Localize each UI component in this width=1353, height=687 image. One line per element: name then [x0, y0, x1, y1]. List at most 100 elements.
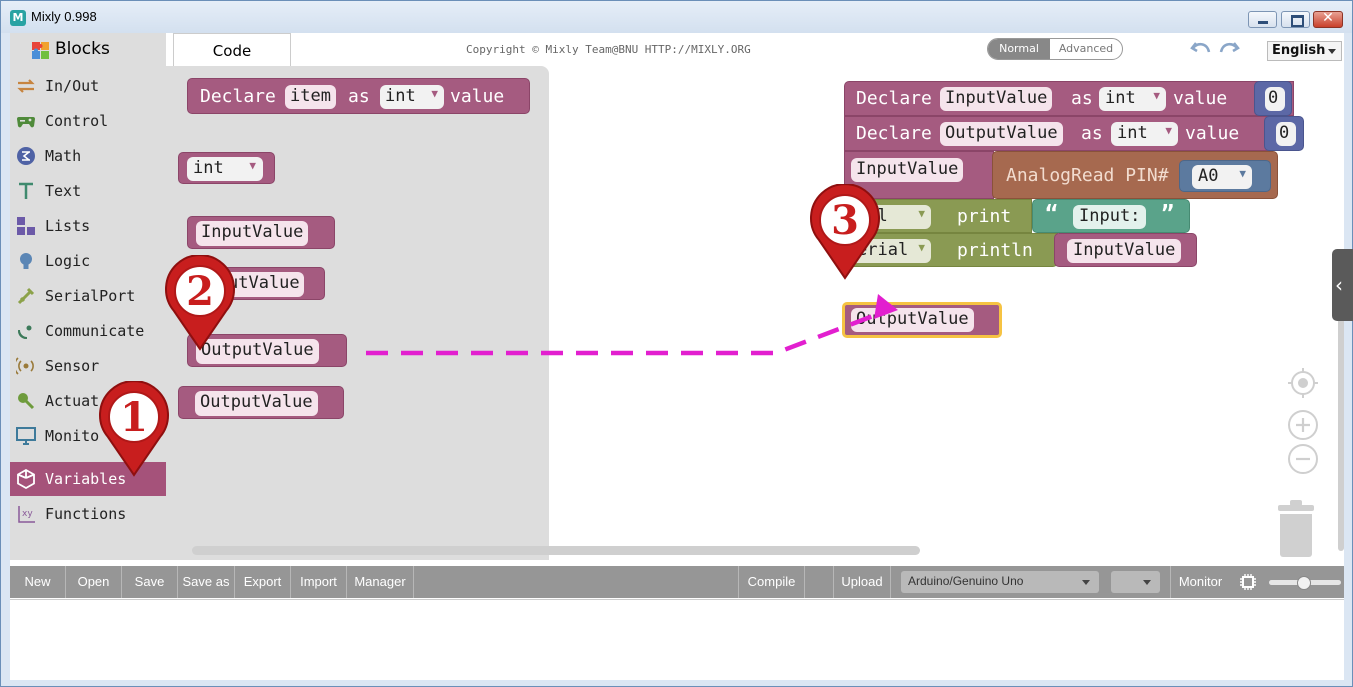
sidebar-item-label: Math: [45, 147, 82, 165]
export-button[interactable]: Export: [235, 566, 291, 598]
open-button[interactable]: Open: [66, 566, 122, 598]
text-field[interactable]: Input:: [1073, 205, 1147, 229]
close-button[interactable]: ✕: [1313, 10, 1343, 28]
declare-name-field[interactable]: InputValue: [940, 87, 1053, 111]
save-button[interactable]: Save: [122, 566, 178, 598]
sidebar-item-text[interactable]: Text: [10, 174, 166, 208]
satellite-icon: [18, 325, 32, 339]
mode-normal-option[interactable]: Normal: [988, 39, 1050, 59]
marker-2-label: 2: [186, 268, 214, 315]
copyright-text: Copyright © Mixly Team@BNU HTTP://MIXLY.…: [466, 43, 751, 56]
flyout-outputvalue-block[interactable]: OutputValue: [178, 386, 344, 419]
type-dropdown[interactable]: int ▼: [380, 85, 444, 109]
chip-icon[interactable]: [1239, 573, 1257, 591]
sidebar-item-label: Communicate: [45, 322, 145, 340]
type-value: int: [1105, 88, 1136, 108]
baud-slider[interactable]: [1269, 576, 1341, 590]
type-value: int: [385, 86, 416, 106]
declare-inputvalue-block[interactable]: Declare InputValue as int ▼ value: [844, 81, 1294, 116]
sidebar-item-math[interactable]: Math: [10, 139, 166, 173]
sidebar-item-logic[interactable]: Logic: [10, 244, 166, 278]
declare-name-field[interactable]: OutputValue: [940, 122, 1063, 146]
get-inputvalue-block[interactable]: InputValue: [1054, 233, 1197, 267]
sidebar-item-label: In/Out: [45, 77, 100, 95]
flyout-type-block[interactable]: int ▼: [178, 152, 275, 184]
tab-code[interactable]: Code: [173, 33, 291, 66]
as-keyword: as: [1071, 88, 1093, 109]
mode-advanced-option[interactable]: Advanced: [1050, 39, 1122, 59]
language-select[interactable]: English: [1267, 41, 1342, 61]
expand-code-panel-button[interactable]: ‹: [1332, 249, 1353, 321]
analogread-block[interactable]: AnalogRead PIN# A0 ▼: [992, 151, 1278, 199]
monitor-button[interactable]: Monitor: [1170, 566, 1230, 598]
pin-dropdown[interactable]: A0 ▼: [1192, 165, 1252, 189]
value-keyword: value: [1185, 123, 1240, 144]
variable-name: InputValue: [1067, 239, 1182, 263]
chevron-down-icon: [1082, 580, 1090, 585]
trash-icon[interactable]: [1276, 500, 1316, 558]
block-workspace[interactable]: Declare item as int ▼ value int ▼ InputVal…: [99, 66, 1353, 560]
close-icon: ✕: [1322, 10, 1334, 26]
number-block[interactable]: 0: [1254, 81, 1292, 116]
function-icon: xy: [18, 506, 35, 523]
sidebar-item-control[interactable]: Control: [10, 104, 166, 138]
compile-button[interactable]: Compile: [739, 566, 805, 598]
toolbar-separator: [805, 566, 834, 598]
sidebar-item-lists[interactable]: Lists: [10, 209, 166, 243]
dropdown-arrow-icon: ▼: [1153, 89, 1160, 102]
port-select[interactable]: [1111, 571, 1160, 593]
flyout-get-inputvalue-block[interactable]: InputValue: [187, 216, 335, 249]
sidebar-item-serialport[interactable]: SerialPort: [10, 279, 166, 313]
pin-block[interactable]: A0 ▼: [1179, 160, 1271, 192]
declare-keyword: Declare: [856, 123, 932, 144]
sidebar-item-label: Text: [45, 182, 82, 200]
recenter-icon[interactable]: [1286, 366, 1320, 400]
zoom-out-icon[interactable]: [1287, 443, 1319, 475]
sidebar-item-functions[interactable]: xy Functions: [10, 497, 166, 531]
zoom-in-icon[interactable]: [1287, 409, 1319, 441]
save-as-button[interactable]: Save as: [178, 566, 235, 598]
usb-icon: [17, 287, 35, 305]
mode-toggle[interactable]: Normal Advanced: [987, 38, 1123, 60]
sidebar-item-label: Sensor: [45, 357, 100, 375]
type-dropdown[interactable]: int ▼: [1099, 87, 1166, 111]
type-dropdown[interactable]: int ▼: [187, 157, 263, 181]
import-button[interactable]: Import: [291, 566, 347, 598]
sidebar-item-communicate[interactable]: Communicate: [10, 314, 166, 348]
redo-icon[interactable]: [1218, 39, 1240, 59]
open-quote: “: [1045, 202, 1059, 227]
flyout-declare-block[interactable]: Declare item as int ▼ value: [187, 78, 530, 114]
bottom-toolbar: New Open Save Save as Export Import Mana…: [10, 566, 1344, 598]
dragged-outputvalue-block[interactable]: OutputValue: [842, 302, 1002, 338]
declare-outputvalue-block[interactable]: Declare OutputValue as int ▼ value: [844, 116, 1299, 151]
svg-text:xy: xy: [22, 509, 33, 519]
maximize-button[interactable]: [1281, 11, 1310, 28]
slider-knob[interactable]: [1297, 576, 1311, 590]
text-block[interactable]: “ Input: ”: [1032, 199, 1190, 233]
variable-name: OutputValue: [851, 308, 974, 332]
toolbar-spacer: [414, 566, 739, 598]
title-bar[interactable]: M Mixly 0.998 ✕: [1, 1, 1352, 33]
type-dropdown[interactable]: int ▼: [1111, 122, 1178, 146]
declare-keyword: Declare: [200, 86, 276, 107]
vertical-scrollbar[interactable]: [1338, 291, 1344, 551]
sidebar-item-label: Actuat: [45, 392, 100, 410]
sidebar-item-label: Logic: [45, 252, 91, 270]
sensor-icon: [16, 357, 34, 375]
new-button[interactable]: New: [10, 566, 66, 598]
number-field[interactable]: 0: [1265, 87, 1285, 111]
manager-button[interactable]: Manager: [347, 566, 414, 598]
number-field[interactable]: 0: [1276, 122, 1296, 146]
mixly-logo-icon: M: [10, 10, 26, 26]
undo-icon[interactable]: [1190, 39, 1212, 59]
upload-button[interactable]: Upload: [834, 566, 891, 598]
output-console[interactable]: [10, 599, 1344, 680]
sidebar-item-sensor[interactable]: Sensor: [10, 349, 166, 383]
declare-name-field[interactable]: item: [285, 85, 336, 109]
language-value: English: [1272, 43, 1326, 58]
sidebar-item-inout[interactable]: In/Out: [10, 69, 166, 103]
horizontal-scrollbar[interactable]: [192, 546, 920, 555]
minimize-button[interactable]: [1248, 11, 1277, 28]
board-select[interactable]: Arduino/Genuino Uno: [901, 571, 1099, 593]
number-block[interactable]: 0: [1264, 116, 1304, 151]
